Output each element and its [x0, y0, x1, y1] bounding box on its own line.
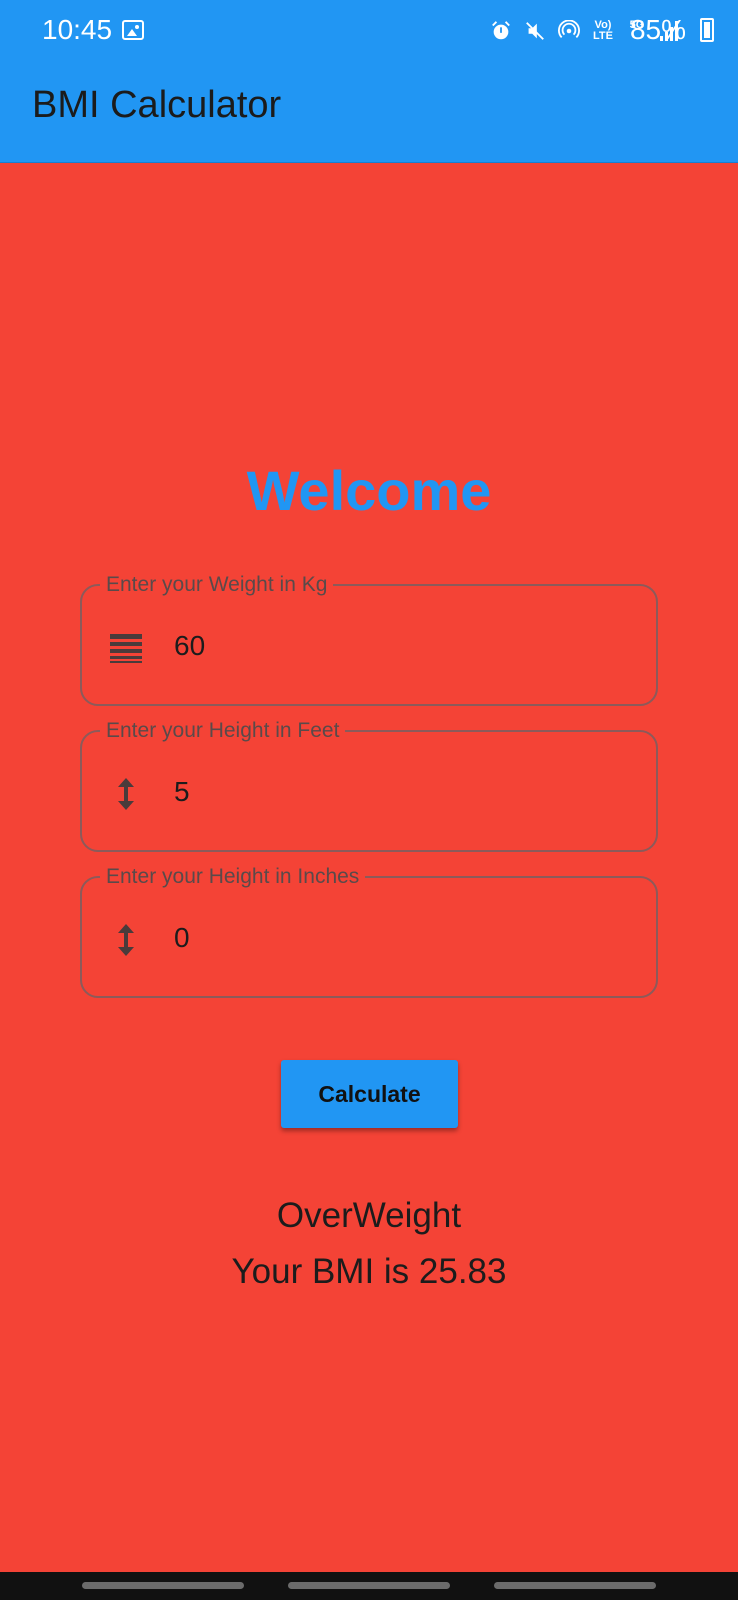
height-inches-field-label: Enter your Height in Inches [100, 864, 366, 890]
status-time: 10:45 [42, 14, 113, 45]
height-feet-field-label: Enter your Height in Feet [100, 718, 346, 744]
weight-field[interactable]: Enter your Weight in Kg [80, 572, 658, 706]
result-bmi: Your BMI is 25.83 [231, 1252, 507, 1291]
vertical-arrows-icon [118, 778, 134, 810]
alarm-icon [492, 21, 510, 40]
height-inches-field[interactable]: Enter your Height in Inches [80, 864, 658, 998]
hotspot-icon [558, 20, 580, 39]
battery-percent: 85% [629, 14, 686, 45]
height-feet-input[interactable] [174, 774, 634, 810]
app-title: BMI Calculator [32, 84, 282, 126]
battery-icon [700, 18, 714, 42]
image-notification-icon [122, 20, 144, 40]
calculate-button[interactable]: Calculate [281, 1060, 458, 1128]
nav-home-handle[interactable] [288, 1582, 450, 1589]
weight-field-label: Enter your Weight in Kg [100, 572, 334, 598]
welcome-heading: Welcome [246, 459, 492, 522]
weight-input[interactable] [174, 628, 634, 664]
mute-icon [526, 22, 544, 40]
height-inches-input[interactable] [174, 920, 634, 956]
system-nav-bar [0, 1572, 738, 1600]
weight-lines-icon [110, 634, 142, 663]
vertical-arrows-icon [118, 924, 134, 956]
app-bar: 10:45 Vo) LTE 5G 85% BMI Calculator [0, 0, 738, 163]
status-bar: 10:45 Vo) LTE 5G 85% [0, 0, 738, 62]
nav-recents-handle[interactable] [82, 1582, 244, 1589]
nav-back-handle[interactable] [494, 1582, 656, 1589]
result-status: OverWeight [276, 1196, 462, 1235]
volte-icon: Vo) LTE [593, 19, 613, 42]
height-feet-field[interactable]: Enter your Height in Feet [80, 718, 658, 852]
